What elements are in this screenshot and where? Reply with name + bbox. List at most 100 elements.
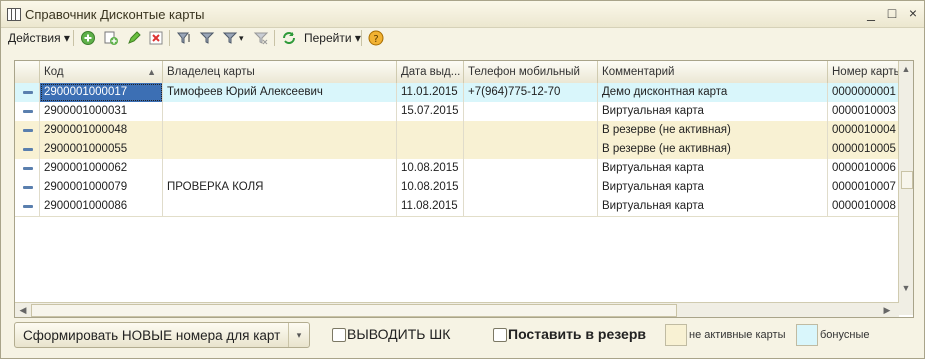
chevron-down-icon[interactable]: ▾ <box>288 323 309 347</box>
cell-code[interactable]: 2900001000055 <box>40 140 163 159</box>
cell-phone[interactable] <box>464 178 598 197</box>
header-spacer <box>15 61 40 83</box>
reserve-checkbox[interactable] <box>493 328 507 342</box>
cell-owner[interactable]: Тимофеев Юрий Алексеевич <box>163 83 397 102</box>
close-button[interactable]: × <box>905 5 921 21</box>
edit-icon[interactable] <box>126 30 142 46</box>
cell-comment[interactable]: Виртуальная карта <box>598 178 828 197</box>
scroll-thumb[interactable] <box>31 304 677 317</box>
table-row[interactable]: 2900001000017 Тимофеев Юрий Алексеевич 11.… <box>15 83 899 103</box>
cell-comment[interactable]: Виртуальная карта <box>598 102 828 121</box>
filter-off-icon[interactable] <box>253 30 269 46</box>
cell-code[interactable]: 2900001000079 <box>40 178 163 197</box>
legend-bonus-label: бонусные <box>820 329 870 341</box>
cell-date[interactable]: 10.08.2015 <box>397 159 464 178</box>
delete-icon[interactable] <box>148 30 164 46</box>
cell-date[interactable]: 10.08.2015 <box>397 178 464 197</box>
table-row[interactable]: 2900001000055 В резерве (не активная) 0000… <box>15 140 899 160</box>
cell-number[interactable]: 0000000001 <box>828 83 899 102</box>
cell-owner[interactable] <box>163 121 397 140</box>
print-barcode-label: ВЫВОДИТЬ ШК <box>347 326 451 342</box>
vertical-scrollbar[interactable]: ▲ ▼ <box>898 61 913 315</box>
table-row[interactable]: 2900001000079 ПРОВЕРКА КОЛЯ 10.08.2015 Вирт… <box>15 178 899 198</box>
cell-number[interactable]: 0000010006 <box>828 159 899 178</box>
filter-on-icon[interactable] <box>199 30 215 46</box>
cell-date[interactable] <box>397 121 464 140</box>
title-bar[interactable]: Справочник Дисконтые карты _ □ × <box>1 1 924 28</box>
chevron-down-icon[interactable]: ▾ <box>239 29 244 47</box>
row-item-icon <box>23 91 33 94</box>
cell-date[interactable] <box>397 140 464 159</box>
column-header-number[interactable]: Номер карты <box>828 61 899 83</box>
scroll-up-icon[interactable]: ▲ <box>899 62 913 76</box>
minimize-button[interactable]: _ <box>863 5 879 21</box>
cell-phone[interactable]: +7(964)775-12-70 <box>464 83 598 102</box>
table-row[interactable]: 2900001000062 10.08.2015 Виртуальная карта… <box>15 159 899 179</box>
scroll-thumb[interactable] <box>901 171 913 189</box>
cards-table[interactable]: Код ▲ Владелец карты Дата выд... Телефон … <box>14 60 914 318</box>
cell-owner[interactable]: ПРОВЕРКА КОЛЯ <box>163 178 397 197</box>
row-item-icon <box>23 167 33 170</box>
cell-owner[interactable] <box>163 140 397 159</box>
separator <box>73 30 74 46</box>
copy-icon[interactable] <box>103 30 119 46</box>
cell-code[interactable]: 2900001000031 <box>40 102 163 121</box>
cell-phone[interactable] <box>464 197 598 216</box>
filter-settings-icon[interactable] <box>222 30 238 46</box>
scroll-down-icon[interactable]: ▼ <box>899 281 913 295</box>
cell-comment[interactable]: В резерве (не активная) <box>598 140 828 159</box>
column-header-date[interactable]: Дата выд... <box>397 61 464 83</box>
cell-code[interactable]: 2900001000017 <box>40 83 163 102</box>
row-item-icon <box>23 129 33 132</box>
cell-code[interactable]: 2900001000062 <box>40 159 163 178</box>
goto-menu[interactable]: Перейти ▾ <box>304 29 361 47</box>
table-row[interactable]: 2900001000048 В резерве (не активная) 0000… <box>15 121 899 141</box>
legend-inactive-swatch <box>665 324 687 346</box>
cell-number[interactable]: 0000010008 <box>828 197 899 216</box>
cell-comment[interactable]: Виртуальная карта <box>598 197 828 216</box>
cell-phone[interactable] <box>464 121 598 140</box>
print-barcode-checkbox[interactable] <box>332 328 346 342</box>
svg-text:?: ? <box>373 34 378 45</box>
filter-icon[interactable] <box>176 30 192 46</box>
scroll-right-icon[interactable]: ▶ <box>880 303 894 317</box>
column-header-code[interactable]: Код ▲ <box>40 61 163 83</box>
row-item-icon <box>23 205 33 208</box>
cell-phone[interactable] <box>464 140 598 159</box>
column-header-phone[interactable]: Телефон мобильный <box>464 61 598 83</box>
cell-number[interactable]: 0000010003 <box>828 102 899 121</box>
scroll-left-icon[interactable]: ◀ <box>16 303 30 317</box>
cell-date[interactable]: 15.07.2015 <box>397 102 464 121</box>
maximize-button[interactable]: □ <box>884 5 900 21</box>
generate-numbers-button[interactable]: Сформировать НОВЫЕ номера для карт ▾ <box>14 322 310 348</box>
cell-number[interactable]: 0000010004 <box>828 121 899 140</box>
table-row[interactable]: 2900001000031 15.07.2015 Виртуальная карта… <box>15 102 899 122</box>
cell-phone[interactable] <box>464 159 598 178</box>
cell-comment[interactable]: Демо дисконтная карта <box>598 83 828 102</box>
cell-code[interactable]: 2900001000048 <box>40 121 163 140</box>
separator <box>361 30 362 46</box>
cell-number[interactable]: 0000010005 <box>828 140 899 159</box>
cell-comment[interactable]: В резерве (не активная) <box>598 121 828 140</box>
help-icon[interactable]: ? <box>368 30 384 46</box>
cell-date[interactable]: 11.08.2015 <box>397 197 464 216</box>
cell-phone[interactable] <box>464 102 598 121</box>
window-title: Справочник Дисконтые карты <box>25 7 205 22</box>
cell-comment[interactable]: Виртуальная карта <box>598 159 828 178</box>
actions-menu[interactable]: Действия ▾ <box>8 29 70 47</box>
cell-owner[interactable] <box>163 197 397 216</box>
add-icon[interactable] <box>80 30 96 46</box>
column-header-comment[interactable]: Комментарий <box>598 61 828 83</box>
column-header-owner[interactable]: Владелец карты <box>163 61 397 83</box>
refresh-icon[interactable] <box>281 30 297 46</box>
dialog-window: Справочник Дисконтые карты _ □ × Действи… <box>0 0 925 359</box>
table-row[interactable]: 2900001000086 11.08.2015 Виртуальная карта… <box>15 197 899 217</box>
cell-date[interactable]: 11.01.2015 <box>397 83 464 102</box>
cell-owner[interactable] <box>163 102 397 121</box>
horizontal-scrollbar[interactable]: ◀ ▶ <box>15 302 899 317</box>
cell-code[interactable]: 2900001000086 <box>40 197 163 216</box>
table-header: Код ▲ Владелец карты Дата выд... Телефон … <box>15 61 899 84</box>
sort-icon: ▲ <box>147 67 156 77</box>
cell-owner[interactable] <box>163 159 397 178</box>
cell-number[interactable]: 0000010007 <box>828 178 899 197</box>
